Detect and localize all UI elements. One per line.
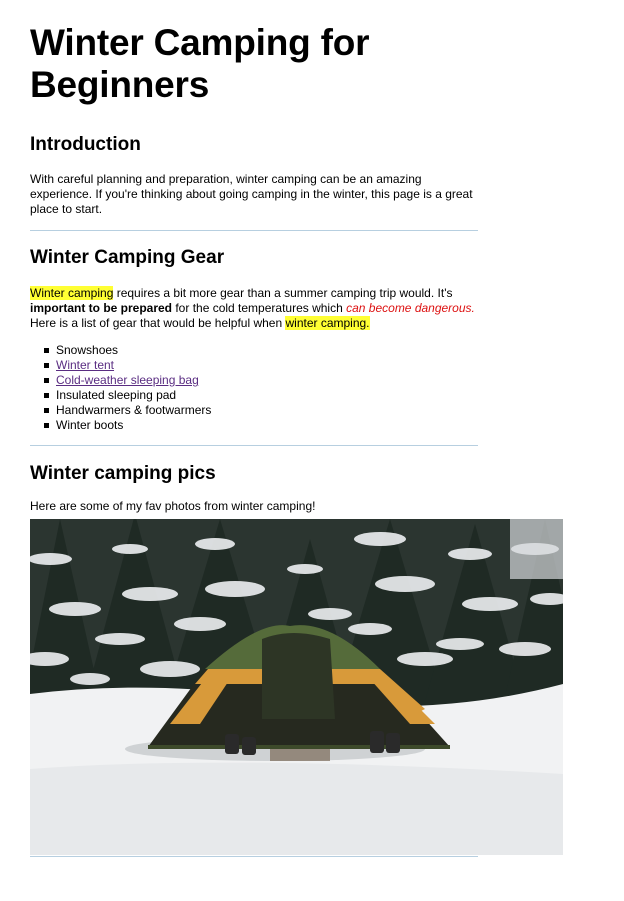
page: Winter Camping for Beginners Introductio… <box>0 0 624 901</box>
pics-text: Here are some of my fav photos from wint… <box>30 499 316 513</box>
list-item: Handwarmers & footwarmers <box>44 403 478 418</box>
highlight-winter-camping: Winter camping <box>30 286 114 300</box>
page-title-line2: Beginners <box>30 64 210 105</box>
list-item: Snowshoes <box>44 343 478 358</box>
gear-paragraph: Winter camping requires a bit more gear … <box>30 286 478 331</box>
section-divider <box>30 856 478 857</box>
list-item: Winter boots <box>44 418 478 433</box>
highlight-winter-camping-2: winter camping. <box>285 316 370 330</box>
gear-text-part1: requires a bit more gear than a summer c… <box>113 286 453 300</box>
page-title: Winter Camping for Beginners <box>30 22 478 106</box>
winter-tent-link[interactable]: Winter tent <box>56 358 114 372</box>
gear-heading: Winter Camping Gear <box>30 247 225 268</box>
introduction-heading: Introduction <box>30 134 141 155</box>
list-item: Insulated sleeping pad <box>44 388 478 403</box>
list-item: Cold-weather sleeping bag <box>44 373 478 388</box>
sleeping-bag-link[interactable]: Cold-weather sleeping bag <box>56 373 199 387</box>
red-italic-dangerous: can become dangerous. <box>346 301 475 315</box>
bullet-icon <box>44 408 49 413</box>
bullet-icon <box>44 348 49 353</box>
pics-heading: Winter camping pics <box>30 463 216 484</box>
gear-item-sleeping-pad: Insulated sleeping pad <box>56 388 177 402</box>
bullet-icon <box>44 423 49 428</box>
section-divider <box>30 445 478 446</box>
gear-item-snowshoes: Snowshoes <box>56 343 119 357</box>
gear-text-part3: Here is a list of gear that would be hel… <box>30 316 286 330</box>
bold-important: important to be prepared <box>30 301 173 315</box>
gear-text-part2: for the cold temperatures which <box>172 301 347 315</box>
gear-item-warmers: Handwarmers & footwarmers <box>56 403 212 417</box>
tent-in-snow-image <box>30 519 563 855</box>
gear-item-boots: Winter boots <box>56 418 124 432</box>
introduction-text: With careful planning and preparation, w… <box>30 172 473 216</box>
section-divider <box>30 230 478 231</box>
article: Winter Camping for Beginners Introductio… <box>30 0 478 514</box>
bullet-icon <box>44 393 49 398</box>
gear-list: Snowshoes Winter tent Cold-weather sleep… <box>30 343 478 433</box>
list-item: Winter tent <box>44 358 478 373</box>
bullet-icon <box>44 378 49 383</box>
winter-tent-photo <box>30 519 563 855</box>
page-title-line1: Winter Camping for <box>30 22 370 63</box>
bullet-icon <box>44 363 49 368</box>
